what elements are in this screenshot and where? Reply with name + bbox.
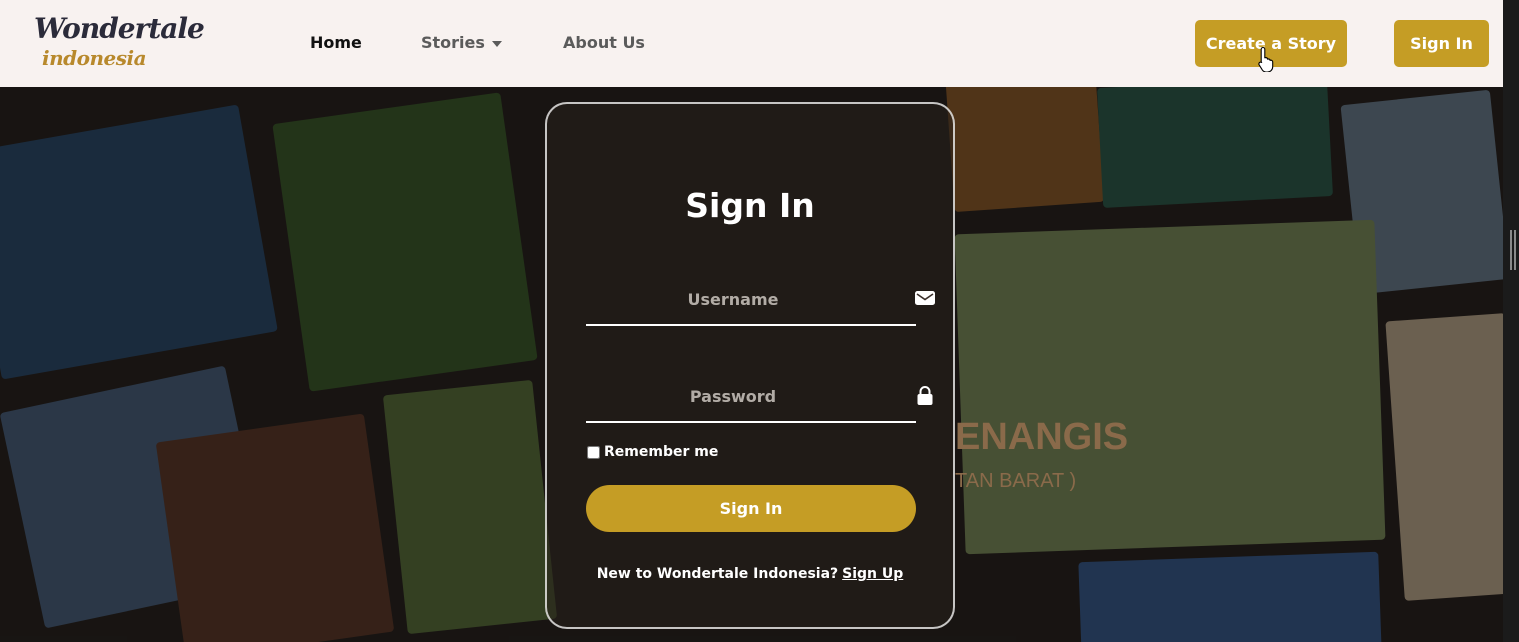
logo-subtitle: indonesia xyxy=(42,46,147,70)
password-input[interactable] xyxy=(586,381,880,411)
pointer-cursor-icon xyxy=(1258,46,1274,72)
nav-home-link[interactable]: Home xyxy=(310,33,362,52)
username-input[interactable] xyxy=(586,284,880,314)
sign-up-link[interactable]: Sign Up xyxy=(842,566,903,582)
nav-about-link[interactable]: About Us xyxy=(563,33,645,52)
remember-me-checkbox[interactable] xyxy=(587,445,600,459)
lock-icon xyxy=(917,386,933,405)
page-scrollbar[interactable] xyxy=(1503,0,1519,642)
bg-poster-text: ENANGIS TAN BARAT ) xyxy=(955,416,1128,492)
nav-stories-dropdown[interactable]: Stories xyxy=(421,33,502,52)
sign-in-title: Sign In xyxy=(685,186,815,225)
bg-poster-title: ENANGIS xyxy=(955,416,1128,458)
sign-in-submit-button[interactable]: Sign In xyxy=(586,485,916,532)
top-navbar: Wondertale indonesia Home Stories About … xyxy=(0,0,1503,87)
remember-me[interactable]: Remember me xyxy=(587,444,718,460)
signup-prompt: New to Wondertale Indonesia? Sign Up xyxy=(547,566,953,582)
sign-in-card: Sign In Remember me Sign In New to Wonde… xyxy=(545,102,955,629)
remember-me-label: Remember me xyxy=(604,444,719,460)
nav-stories-label: Stories xyxy=(421,33,485,52)
signup-prompt-text: New to Wondertale Indonesia? xyxy=(596,566,839,582)
logo-wordmark: Wondertale xyxy=(34,12,205,45)
scrollbar-grip[interactable] xyxy=(1510,230,1512,270)
chevron-down-icon xyxy=(491,40,502,47)
bg-poster-subtitle: TAN BARAT ) xyxy=(955,470,1076,492)
wondertale-logo[interactable]: Wondertale indonesia xyxy=(32,12,205,76)
header-sign-in-button[interactable]: Sign In xyxy=(1394,20,1489,67)
username-field xyxy=(586,284,935,326)
mail-icon xyxy=(915,291,935,305)
password-field xyxy=(586,381,933,423)
